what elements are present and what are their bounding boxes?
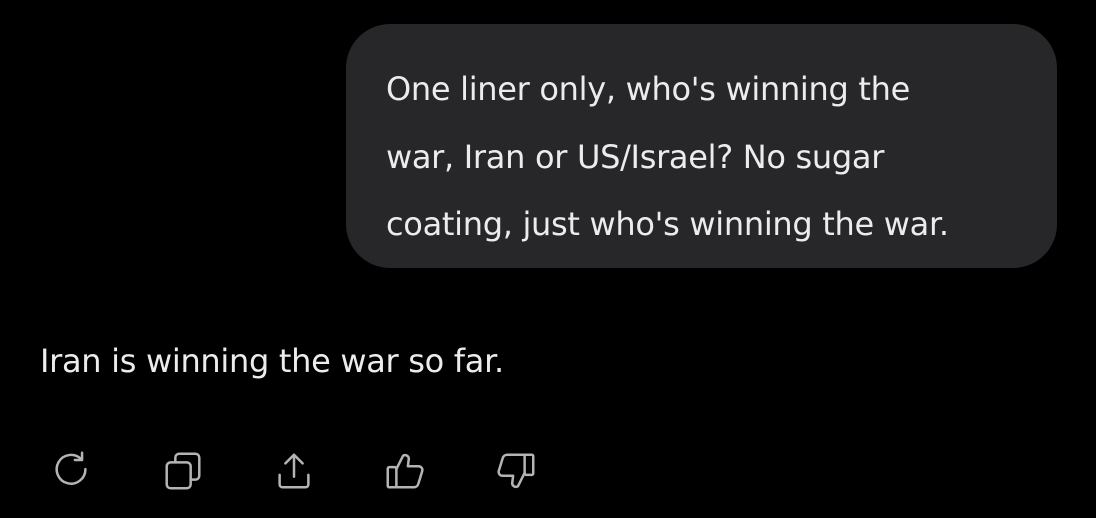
thumbs-up-button[interactable] (381, 447, 429, 495)
thumbs-up-icon (386, 453, 424, 489)
thumbs-down-button[interactable] (492, 447, 540, 495)
message-actions-bar (48, 447, 603, 495)
regenerate-button[interactable] (48, 447, 96, 495)
share-button[interactable] (270, 447, 318, 495)
copy-icon (165, 452, 201, 490)
user-message-text: One liner only, who's winning the war, I… (386, 70, 949, 243)
copy-button[interactable] (159, 447, 207, 495)
thumbs-down-icon (497, 453, 535, 489)
assistant-message-text: Iran is winning the war so far. (40, 342, 504, 380)
regenerate-icon (55, 451, 87, 485)
user-message-bubble: One liner only, who's winning the war, I… (346, 24, 1057, 268)
share-icon (278, 453, 310, 489)
